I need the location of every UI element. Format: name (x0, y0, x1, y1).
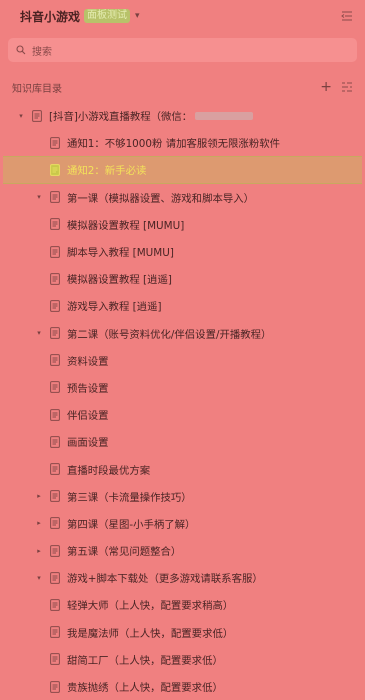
tree-item-label: [抖音]小游戏直播教程（微信： (49, 111, 193, 124)
chevron-down-icon[interactable]: ▾ (135, 11, 140, 21)
tree-item-label: 轻弹大师（上人快，配置要求稍高） (67, 600, 234, 613)
document-icon (50, 626, 60, 639)
tree-item-label: 资料设置 (67, 355, 109, 368)
document-icon (50, 653, 60, 666)
document-icon (50, 272, 60, 285)
document-icon (50, 381, 60, 394)
tree-item[interactable]: 游戏导入教程 [逍遥] (0, 292, 365, 319)
tree-item[interactable]: 资料设置 (0, 347, 365, 374)
expand-right-icon[interactable]: ▸ (34, 547, 44, 555)
tree-item-label: 伴侣设置 (67, 410, 109, 423)
tree-item[interactable]: 通知1：不够1000粉 请加客服领无限涨粉软件 (0, 129, 365, 156)
expand-down-icon[interactable]: ▾ (34, 574, 44, 582)
tree-item-label: 预告设置 (67, 382, 109, 395)
document-icon (50, 680, 60, 693)
tree-item[interactable]: 画面设置 (0, 428, 365, 455)
tree-item[interactable]: ▸ 第三课（卡流量操作技巧） (0, 483, 365, 510)
knowledge-tree: ▾ [抖音]小游戏直播教程（微信： 通知1：不够1000粉 请加客服领无限涨粉软件通… (0, 102, 365, 700)
tree-item[interactable]: 脚本导入教程 [MUMU] (0, 238, 365, 265)
tree-item-label: 脚本导入教程 [MUMU] (67, 247, 174, 260)
tree-item-label: 游戏+脚本下载处（更多游戏请联系客服） (67, 573, 263, 586)
tree-item-label: 通知2：新手必读 (67, 165, 147, 178)
header: 抖音小游戏 面板测试 ▾ (0, 0, 365, 32)
expand-right-icon[interactable]: ▸ (34, 492, 44, 500)
tree-item[interactable]: 甜简工厂（上人快，配置要求低） (0, 646, 365, 673)
document-icon (50, 463, 60, 475)
tree-item-label: 第二课（账号资料优化/伴侣设置/开播教程） (67, 328, 272, 341)
tree-item[interactable]: 伴侣设置 (0, 401, 365, 428)
tree-item[interactable]: 我是魔法师（上人快，配置要求低） (0, 619, 365, 646)
expand-down-icon[interactable]: ▾ (34, 193, 44, 201)
collapse-sidebar-icon[interactable] (341, 10, 353, 22)
tree-item-label: 第四课（星图-小手柄了解） (67, 518, 196, 531)
search-input[interactable]: 搜索 (8, 38, 357, 62)
list-settings-icon[interactable] (341, 81, 353, 93)
tree-item[interactable]: ▸ 第四课（星图-小手柄了解） (0, 510, 365, 537)
tree-item[interactable]: ▸ 第五课（常见问题整合） (0, 537, 365, 564)
tree-item-label: 游戏导入教程 [逍遥] (67, 301, 162, 314)
app-title[interactable]: 抖音小游戏 (20, 8, 80, 25)
document-icon (50, 164, 60, 176)
tree-item-label: 第三课（卡流量操作技巧） (67, 491, 192, 504)
tree-item[interactable]: ▾ [抖音]小游戏直播教程（微信： (0, 102, 365, 129)
document-icon (50, 435, 60, 448)
expand-right-icon[interactable]: ▸ (34, 519, 44, 527)
tree-item-label: 第一课（模拟器设置、游戏和脚本导入） (67, 192, 255, 205)
document-icon (50, 191, 60, 204)
tree-item-label: 贵族抛绣（上人快，配置要求低） (67, 682, 223, 695)
tree-item-label: 直播时段最优方案 (67, 464, 151, 477)
search-placeholder: 搜索 (32, 46, 52, 58)
tree-item[interactable]: 轻弹大师（上人快，配置要求稍高） (0, 591, 365, 618)
document-icon (50, 544, 60, 557)
tree-item[interactable]: ▾ 第一课（模拟器设置、游戏和脚本导入） (0, 184, 365, 211)
document-icon (32, 109, 42, 122)
tree-item-label: 通知1：不够1000粉 请加客服领无限涨粉软件 (67, 138, 280, 151)
redacted-contact (195, 111, 254, 120)
tree-item-label: 模拟器设置教程 [MUMU] (67, 219, 185, 232)
add-icon[interactable]: + (320, 79, 332, 95)
tree-item-label: 第五课（常见问题整合） (67, 546, 182, 559)
document-icon (50, 136, 60, 149)
tree-item-label: 我是魔法师（上人快，配置要求低） (67, 627, 234, 640)
expand-down-icon[interactable]: ▾ (34, 329, 44, 337)
section-title: 知识库目录 (12, 83, 62, 95)
tree-item[interactable]: 直播时段最优方案 (0, 455, 365, 482)
document-icon (50, 218, 60, 231)
tree-item[interactable]: 模拟器设置教程 [MUMU] (0, 211, 365, 238)
tree-item[interactable]: 预告设置 (0, 374, 365, 401)
tree-item[interactable]: ▾ 第二课（账号资料优化/伴侣设置/开播教程） (0, 320, 365, 347)
tree-item-label: 甜简工厂（上人快，配置要求低） (67, 654, 223, 667)
document-icon (50, 490, 60, 503)
document-icon (50, 327, 60, 339)
document-icon (50, 571, 60, 584)
tree-item[interactable]: 贵族抛绣（上人快，配置要求低） (0, 673, 365, 700)
document-icon (50, 245, 60, 258)
tree-item[interactable]: 通知2：新手必读 (3, 156, 362, 184)
section-header: 知识库目录 + (0, 78, 365, 96)
tree-item-label: 画面设置 (67, 437, 109, 450)
document-icon (50, 599, 60, 611)
search-icon (16, 45, 26, 55)
document-icon (50, 354, 60, 367)
tree-item[interactable]: ▾ 游戏+脚本下载处（更多游戏请联系客服） (0, 564, 365, 591)
status-badge: 面板测试 (84, 9, 131, 23)
expand-down-icon[interactable]: ▾ (16, 112, 26, 120)
tree-item-label: 模拟器设置教程 [逍遥] (67, 274, 172, 287)
document-icon (50, 517, 60, 530)
document-icon (50, 300, 60, 312)
document-icon (50, 408, 60, 421)
tree-item[interactable]: 模拟器设置教程 [逍遥] (0, 265, 365, 292)
